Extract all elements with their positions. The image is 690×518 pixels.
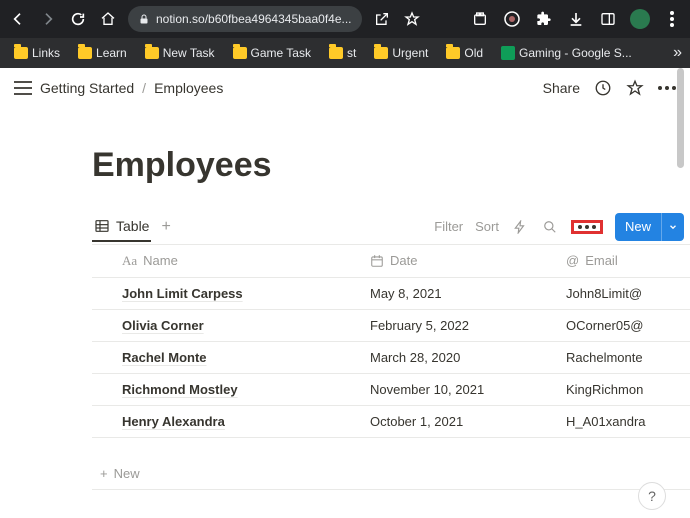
back-button[interactable] [8,9,28,29]
bookmark-item[interactable]: Gaming - Google S... [495,42,638,64]
new-row-button[interactable]: + New [92,458,690,490]
browser-toolbar: notion.so/b60fbea4964345baa0f4e... [0,0,690,38]
database-table: AaName Date @Email John Limit Carpess Ma… [92,245,690,438]
folder-icon [374,47,388,59]
forward-button[interactable] [38,9,58,29]
extension-icon[interactable] [470,9,490,29]
updates-icon[interactable] [594,79,612,97]
page-title[interactable]: Employees [92,146,690,185]
bookmark-item[interactable]: st [323,42,362,64]
table-row[interactable]: John Limit Carpess May 8, 2021 John8Limi… [92,277,690,309]
share-button[interactable]: Share [543,80,580,96]
bookmark-item[interactable]: Urgent [368,42,434,64]
menu-toggle-icon[interactable] [14,81,32,95]
reload-button[interactable] [68,9,88,29]
column-header-name[interactable]: AaName [92,245,362,277]
database-toolbar: Table + Filter Sort New [92,209,690,245]
page-content: Employees Table + Filter Sort New AaName [0,108,690,490]
bookmarks-overflow-icon[interactable]: » [673,44,682,62]
bookmark-item[interactable]: Old [440,42,489,64]
profile-avatar[interactable] [630,9,650,29]
filter-button[interactable]: Filter [434,219,463,234]
bookmark-item[interactable]: Links [8,42,66,64]
calendar-icon [370,254,384,268]
more-icon[interactable] [658,79,676,97]
at-icon: @ [566,253,579,268]
notion-topbar: Getting Started / Employees Share [0,68,690,108]
extension-dot-icon[interactable] [502,9,522,29]
address-bar[interactable]: notion.so/b60fbea4964345baa0f4e... [128,6,362,32]
bookmark-item[interactable]: New Task [139,42,221,64]
new-button[interactable]: New [615,213,684,241]
extensions-puzzle-icon[interactable] [534,9,554,29]
bookmark-item[interactable]: Learn [72,42,133,64]
column-header-date[interactable]: Date [362,245,558,277]
bookmark-item[interactable]: Game Task [227,42,317,64]
home-button[interactable] [98,9,118,29]
table-row[interactable]: Rachel Monte March 28, 2020 Rachelmonte [92,341,690,373]
bookmark-star-icon[interactable] [402,9,422,29]
url-text: notion.so/b60fbea4964345baa0f4e... [156,12,352,26]
sheets-icon [501,46,515,60]
column-header-email[interactable]: @Email [558,245,690,277]
table-row[interactable]: Henry Alexandra October 1, 2021 H_A01xan… [92,405,690,437]
chevron-down-icon[interactable] [661,213,684,241]
folder-icon [446,47,460,59]
table-icon [94,218,110,234]
help-button[interactable]: ? [638,482,666,510]
table-row[interactable]: Olivia Corner February 5, 2022 OCorner05… [92,309,690,341]
favorite-icon[interactable] [626,79,644,97]
folder-icon [78,47,92,59]
bolt-icon[interactable] [511,218,529,236]
text-icon: Aa [122,253,137,269]
folder-icon [14,47,28,59]
lock-icon [138,13,150,25]
bookmarks-bar: Links Learn New Task Game Task st Urgent… [0,38,690,68]
breadcrumb-current[interactable]: Employees [154,80,223,96]
browser-menu-icon[interactable] [662,9,682,29]
table-row[interactable]: Richmond Mostley November 10, 2021 KingR… [92,373,690,405]
sort-button[interactable]: Sort [475,219,499,234]
plus-icon: + [100,466,108,481]
breadcrumb-sep: / [142,80,146,96]
breadcrumb-root[interactable]: Getting Started [40,80,134,96]
view-tab-table[interactable]: Table [92,212,151,242]
folder-icon [145,47,159,59]
download-icon[interactable] [566,9,586,29]
sidepanel-icon[interactable] [598,9,618,29]
search-icon[interactable] [541,218,559,236]
folder-icon [329,47,343,59]
add-view-button[interactable]: + [161,218,170,236]
view-options-button[interactable] [571,220,603,234]
folder-icon [233,47,247,59]
share-url-icon[interactable] [372,9,392,29]
